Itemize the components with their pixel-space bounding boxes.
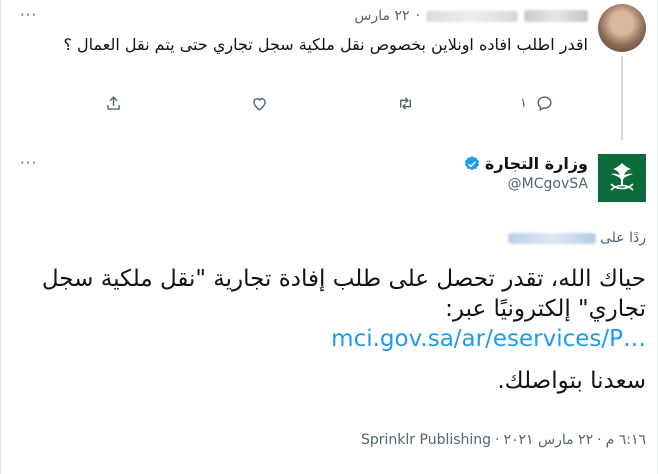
reply-tweet[interactable]: · ٢٢ مارس ··· اقدر اطلب افاده اونلاين بخ… <box>0 0 658 140</box>
replying-to: ردًا على <box>508 230 646 246</box>
tweet-time[interactable]: ٦:١٦ م <box>606 432 646 448</box>
author-info: وزارة التجارة @MCgovSA <box>463 154 588 192</box>
tweet-link[interactable]: mci.gov.sa/ar/eservices/P… <box>16 324 646 354</box>
tweet-closing-text: سعدنا بتواصلك. <box>497 368 646 394</box>
tweet-source[interactable]: Sprinklr Publishing <box>361 432 491 448</box>
replying-to-label: ردًا على <box>600 230 646 246</box>
retweet-icon <box>400 97 411 110</box>
retweet-button[interactable] <box>396 94 415 113</box>
author-name-row[interactable]: وزارة التجارة <box>463 154 588 173</box>
meta-dot-1: · <box>597 432 602 448</box>
reply-button[interactable]: ١ <box>520 94 554 113</box>
reply-author-handle-redacted[interactable] <box>426 10 518 22</box>
reply-count: ١ <box>520 96 527 111</box>
reply-date[interactable]: ٢٢ مارس <box>354 8 409 24</box>
reply-author-name-redacted[interactable] <box>524 10 588 22</box>
tweet-date[interactable]: ٢٢ مارس ٢٠٢١ <box>504 432 594 448</box>
meta-dot-2: · <box>495 432 500 448</box>
reply-action-bar: ١ <box>0 94 658 118</box>
main-tweet[interactable]: وزارة التجارة @MCgovSA ··· ردًا على حياك… <box>0 140 658 474</box>
reply-dot-separator: · <box>415 8 420 24</box>
replying-to-handle-redacted[interactable] <box>508 232 596 244</box>
tweet-body-text: حياك الله، تقدر تحصل على طلب إفادة تجاري… <box>41 266 646 322</box>
tweet-body: حياك الله، تقدر تحصل على طلب إفادة تجاري… <box>16 264 646 396</box>
saudi-emblem-icon <box>610 163 634 191</box>
tweet-meta: ٦:١٦ م · ٢٢ مارس ٢٠٢١ · Sprinklr Publish… <box>361 432 646 448</box>
share-button[interactable] <box>104 94 123 113</box>
reply-more-icon[interactable]: ··· <box>20 6 37 24</box>
tweet-more-icon[interactable]: ··· <box>20 154 37 172</box>
author-handle[interactable]: @MCgovSA <box>463 176 588 192</box>
reply-tweet-header: · ٢٢ مارس <box>354 8 588 24</box>
reply-tweet-text: اقدر اطلب افاده اونلاين بخصوص نقل ملكية … <box>63 35 588 54</box>
reply-icon <box>537 96 552 112</box>
like-icon <box>253 98 266 111</box>
author-avatar[interactable] <box>598 154 646 202</box>
author-display-name[interactable]: وزارة التجارة <box>485 154 588 173</box>
verified-icon <box>464 155 480 170</box>
share-icon <box>107 96 120 110</box>
like-button[interactable] <box>250 94 269 113</box>
reply-author-avatar[interactable] <box>598 4 646 52</box>
